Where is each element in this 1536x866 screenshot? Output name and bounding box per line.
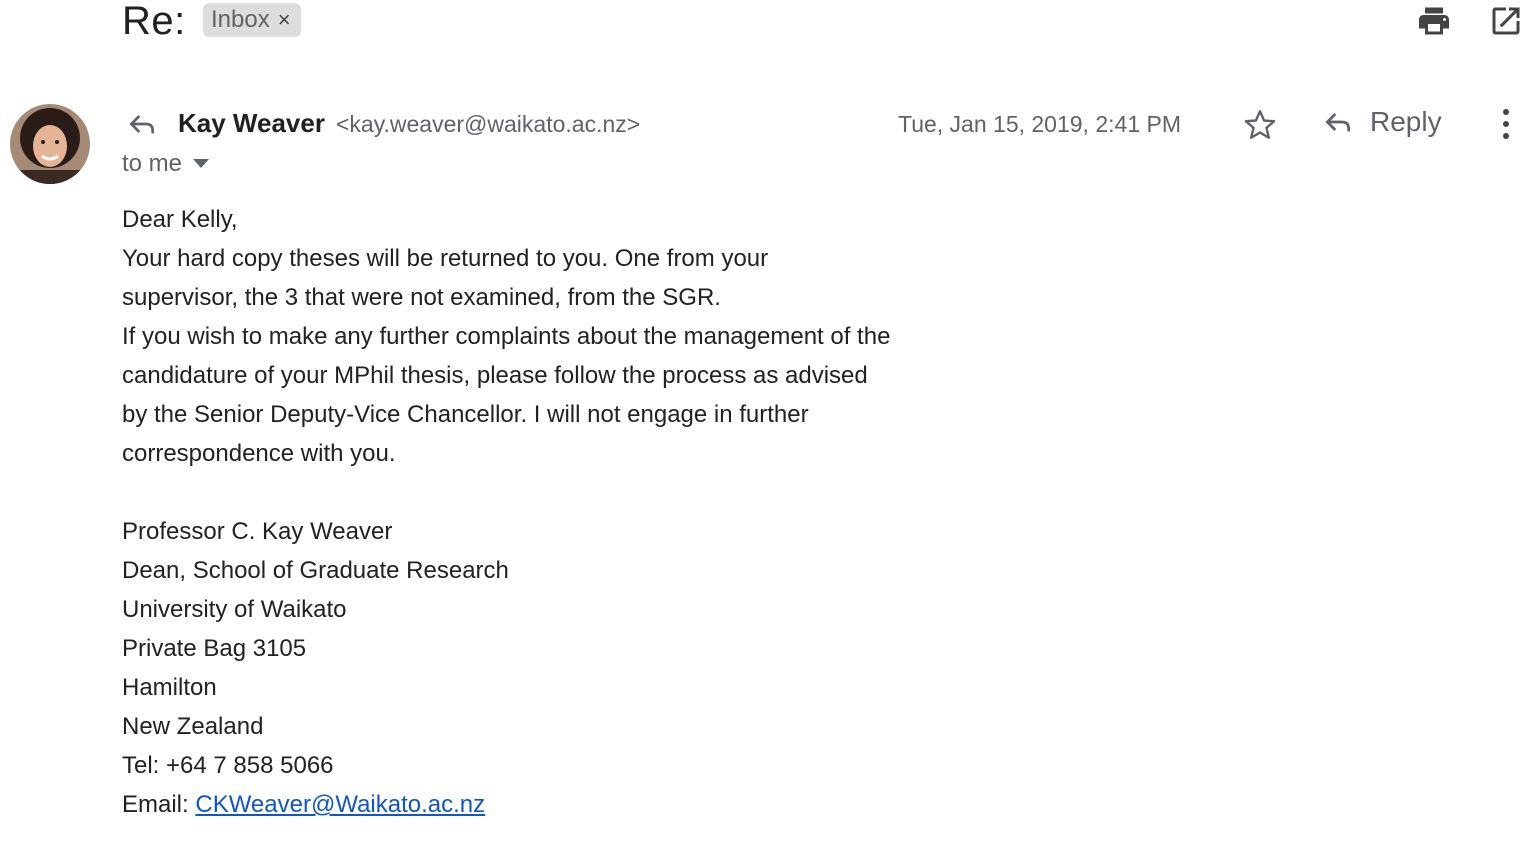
print-icon[interactable]: [1416, 3, 1452, 39]
avatar-photo: [10, 104, 90, 184]
signature-line: Tel: +64 7 858 5066: [122, 752, 334, 779]
signature-email-line: Email: CKWeaver@Waikato.ac.nz: [122, 785, 1022, 824]
sender-name[interactable]: Kay Weaver: [178, 108, 325, 139]
replied-icon: [129, 115, 154, 134]
signature-line: New Zealand: [122, 713, 264, 740]
message-date: Tue, Jan 15, 2019, 2:41 PM: [898, 111, 1181, 137]
signature-email-link[interactable]: CKWeaver@Waikato.ac.nz: [195, 791, 485, 818]
email-prefix: Email:: [122, 791, 196, 818]
chevron-down-icon: [193, 159, 210, 168]
body-line: If you wish to make any further complain…: [122, 323, 891, 350]
body-line: supervisor, the 3 that were not examined…: [122, 284, 721, 311]
body-line: candidature of your MPhil thesis, please…: [122, 362, 868, 389]
reply-button[interactable]: Reply: [1320, 106, 1442, 138]
sender-email: <kay.weaver@waikato.ac.nz>: [336, 111, 641, 137]
star-icon[interactable]: [1242, 107, 1278, 143]
recipient-text: to me: [122, 150, 183, 177]
body-line: Your hard copy theses will be returned t…: [122, 245, 769, 272]
signature-line: University of Waikato: [122, 596, 347, 623]
body-line: by the Senior Deputy-Vice Chancellor. I …: [122, 401, 809, 428]
signature-line: Professor C. Kay Weaver: [122, 518, 393, 545]
email-view: Re: Inbox × Kay Weaver <kay.weaver@waika…: [0, 0, 1536, 866]
signature-line: Hamilton: [122, 674, 217, 701]
more-options-icon[interactable]: [1492, 106, 1520, 142]
remove-label-icon[interactable]: ×: [278, 9, 291, 31]
signature-line: Private Bag 3105: [122, 635, 307, 662]
recipient-details-toggle[interactable]: to me: [122, 150, 210, 178]
reply-label: Reply: [1370, 106, 1442, 137]
open-in-new-window-icon[interactable]: [1488, 3, 1524, 39]
signature-line: Dean, School of Graduate Research: [122, 557, 509, 584]
body-line: correspondence with you.: [122, 440, 396, 467]
reply-icon: [1325, 113, 1350, 132]
sender-avatar[interactable]: [10, 104, 90, 184]
email-subject: Re:: [122, 0, 186, 43]
body-line: Dear Kelly,: [122, 206, 238, 233]
message-body: Dear Kelly, Your hard copy theses will b…: [122, 200, 1022, 824]
label-text: Inbox: [211, 6, 270, 33]
inbox-label-chip[interactable]: Inbox ×: [203, 3, 301, 37]
